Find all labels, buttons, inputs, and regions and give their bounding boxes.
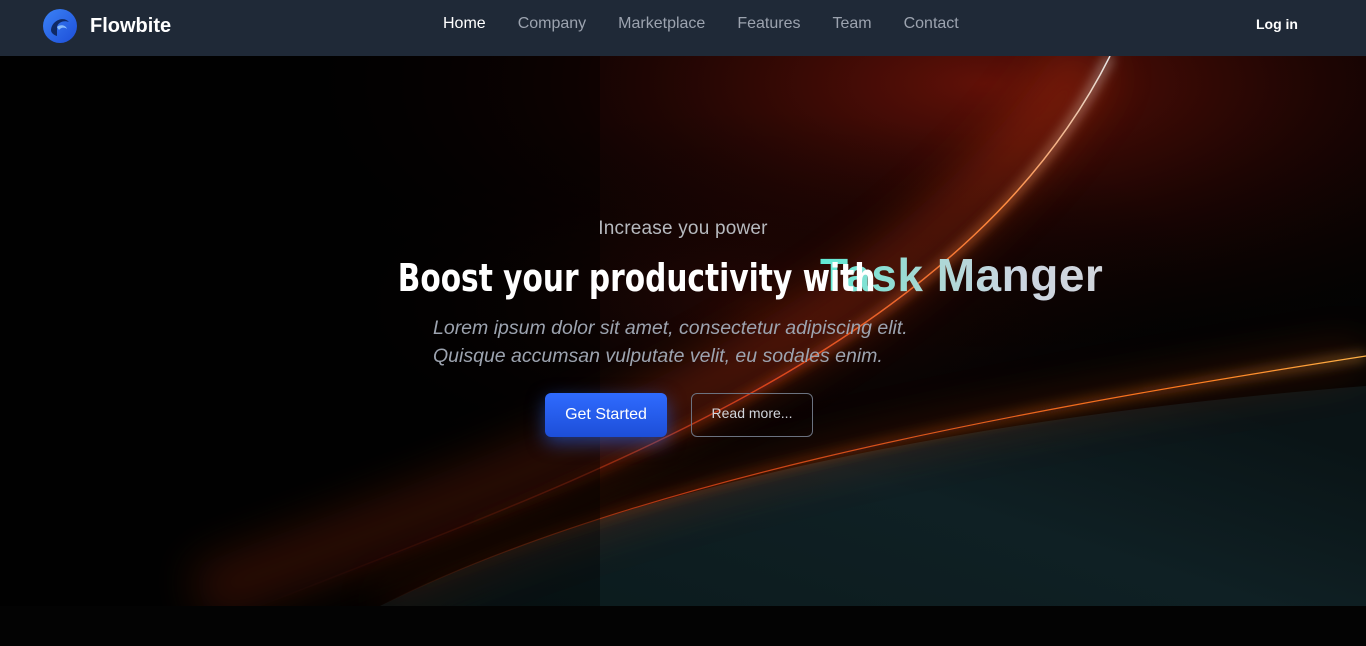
hero-headline: Boost your productivity with Task Manger [0, 248, 1366, 302]
primary-nav: Home Company Marketplace Features Team C… [427, 0, 975, 48]
hero-description: Lorem ipsum dolor sit amet, consectetur … [433, 314, 953, 370]
nav-link-contact[interactable]: Contact [888, 0, 975, 48]
nav-link-team[interactable]: Team [816, 0, 887, 48]
hero-description-line-2: Quisque accumsan vulputate velit, eu sod… [433, 345, 883, 367]
page-bottom-strip [0, 606, 1366, 646]
top-navbar: Flowbite Home Company Marketplace Featur… [0, 0, 1366, 56]
brand-name: Flowbite [90, 14, 172, 37]
nav-link-company[interactable]: Company [502, 0, 602, 48]
hero-headline-lead: Boost your productivity with [397, 256, 876, 300]
hero-section: Increase you power Boost your productivi… [0, 56, 1366, 606]
nav-link-features[interactable]: Features [721, 0, 816, 48]
hero-description-line-1: Lorem ipsum dolor sit amet, consectetur … [433, 317, 908, 339]
brand-link[interactable]: Flowbite [42, 7, 171, 45]
nav-link-home[interactable]: Home [427, 0, 502, 48]
login-link[interactable]: Log in [1244, 12, 1310, 36]
read-more-button[interactable]: Read more... [691, 393, 813, 437]
flowbite-logo-icon [43, 9, 77, 43]
hero-content: Increase you power Boost your productivi… [0, 56, 1366, 606]
nav-link-marketplace[interactable]: Marketplace [602, 0, 721, 48]
hero-eyebrow: Increase you power [598, 218, 768, 239]
get-started-button[interactable]: Get Started [545, 393, 667, 437]
